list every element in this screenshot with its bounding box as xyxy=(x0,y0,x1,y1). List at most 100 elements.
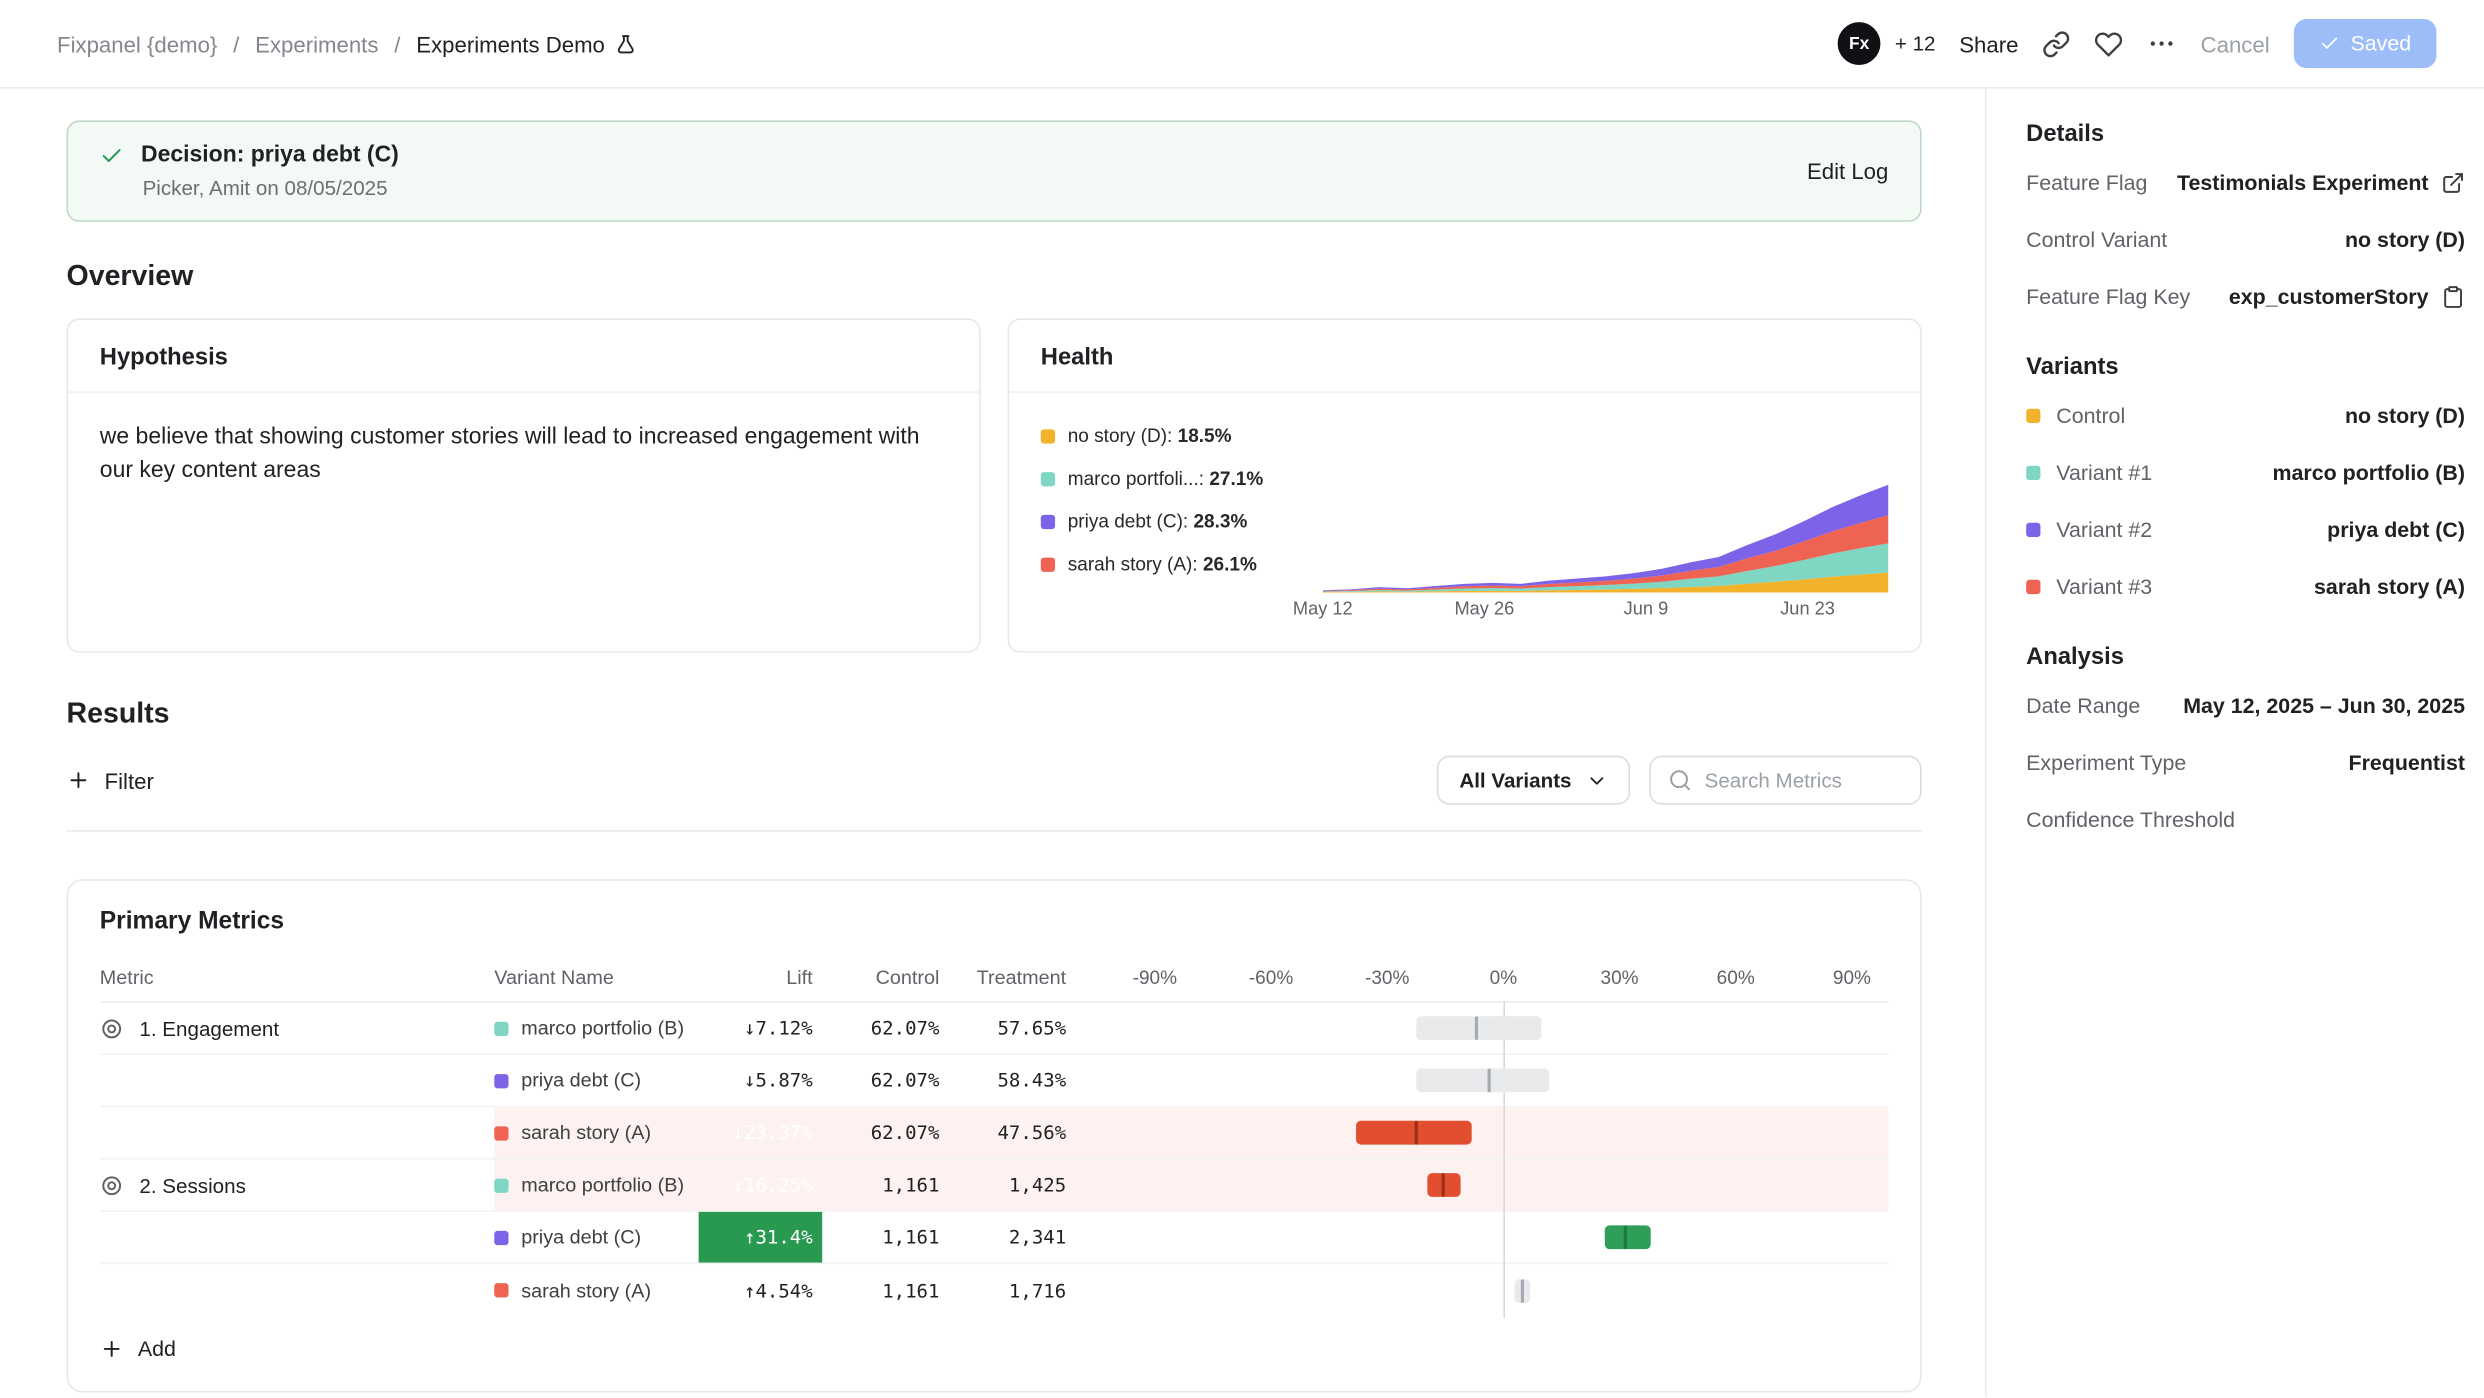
breadcrumb-item[interactable]: Fixpanel {demo} xyxy=(57,31,217,56)
legend-swatch xyxy=(1041,471,1055,485)
link-icon[interactable] xyxy=(2042,29,2071,58)
sidebar-row: Control Variant no story (D) xyxy=(2026,211,2465,268)
table-row[interactable]: sarah story (A)↓23.37%62.07%47.56% xyxy=(100,1107,1889,1159)
variant-swatch xyxy=(494,1126,508,1140)
variant-swatch xyxy=(494,1073,508,1087)
axis-tick-label: -90% xyxy=(1133,966,1177,988)
legend-item: no story (D): 18.5% xyxy=(1041,425,1323,447)
sidebar-label-text: Control Variant xyxy=(2026,227,2167,251)
edit-log-button[interactable]: Edit Log xyxy=(1807,158,1888,183)
sidebar-label-text: Variant #1 xyxy=(2056,460,2152,484)
variant-swatch xyxy=(2026,579,2040,593)
more-options-icon[interactable] xyxy=(2147,29,2177,59)
table-row[interactable]: 2. Sessionsmarco portfolio (B)↓16.25%1,1… xyxy=(100,1160,1889,1212)
top-bar: Fixpanel {demo}/Experiments/Experiments … xyxy=(0,0,2484,89)
sidebar-value-text: May 12, 2025 – Jun 30, 2025 xyxy=(2183,693,2465,717)
sidebar-row-label: Feature Flag Key xyxy=(2026,284,2190,308)
control-value: 62.07% xyxy=(822,1107,949,1158)
lift-value: ↓7.12% xyxy=(699,1003,823,1054)
variant-cell: marco portfolio (B) xyxy=(494,1160,698,1211)
sidebar-row: Variant #3 sarah story (A) xyxy=(2026,558,2465,615)
sidebar-row-value: sarah story (A) xyxy=(2314,574,2465,598)
mean-tick xyxy=(1488,1069,1491,1093)
add-metric-button[interactable]: Add xyxy=(100,1316,176,1384)
breadcrumb-item[interactable]: Experiments xyxy=(255,31,378,56)
sidebar-row-value: May 12, 2025 – Jun 30, 2025 xyxy=(2183,693,2465,717)
confidence-interval-bar xyxy=(1416,1069,1550,1093)
legend-item: marco portfoli...: 27.1% xyxy=(1041,467,1323,489)
analysis-rows: Date RangeMay 12, 2025 – Jun 30, 2025Exp… xyxy=(2026,676,2465,847)
heart-icon[interactable] xyxy=(2094,29,2123,58)
sidebar-row-label: Variant #3 xyxy=(2026,574,2152,598)
table-row[interactable]: 1. Engagementmarco portfolio (B)↓7.12%62… xyxy=(100,1003,1889,1055)
control-value: 1,161 xyxy=(822,1264,949,1316)
sidebar-row-value: Testimonials Experiment xyxy=(2177,170,2465,194)
control-value: 1,161 xyxy=(822,1212,949,1263)
confidence-interval-cell xyxy=(1076,1160,1889,1211)
external-link-icon[interactable] xyxy=(2441,170,2465,194)
control-value: 62.07% xyxy=(822,1055,949,1106)
experiments-page: Fixpanel {demo}/Experiments/Experiments … xyxy=(0,0,2484,1397)
mean-tick xyxy=(1624,1225,1627,1249)
sidebar-value-text: no story (D) xyxy=(2345,227,2465,251)
variants-heading: Variants xyxy=(2026,353,2465,380)
sidebar-row: Confidence Threshold xyxy=(2026,791,2465,848)
details-rows: Feature Flag Testimonials Experiment Contr… xyxy=(2026,154,2465,325)
legend-swatch xyxy=(1041,557,1055,571)
sidebar-value-text: exp_customerStory xyxy=(2229,284,2429,308)
filter-button[interactable]: Filter xyxy=(67,768,154,793)
axis-ticks: -90%-60%-30%0%30%60%90% xyxy=(1076,952,1889,1001)
variant-name: marco portfolio (B) xyxy=(521,1017,684,1039)
sidebar-row: Variant #2priya debt (C) xyxy=(2026,501,2465,558)
sidebar-label-text: Variant #2 xyxy=(2056,517,2152,541)
sidebar-row-label: Variant #1 xyxy=(2026,460,2152,484)
breadcrumb-item[interactable]: Experiments Demo xyxy=(416,31,636,56)
confidence-interval-cell xyxy=(1076,1264,1889,1316)
table-row[interactable]: priya debt (C)↑31.4%1,1612,341 xyxy=(100,1212,1889,1264)
add-metric-label: Add xyxy=(138,1337,176,1361)
col-variant-name: Variant Name xyxy=(494,966,698,988)
header-actions: Fx + 12 Share Cancel Saved xyxy=(1838,19,2437,68)
cancel-button[interactable]: Cancel xyxy=(2201,31,2270,56)
table-header: Metric Variant Name Lift Control Treatme… xyxy=(100,952,1889,1003)
share-button[interactable]: Share xyxy=(1959,31,2018,56)
zero-line xyxy=(1503,1158,1505,1212)
legend-label: sarah story (A): 26.1% xyxy=(1068,553,1257,575)
sidebar-label-text: Feature Flag xyxy=(2026,170,2147,194)
analysis-section: Analysis Date RangeMay 12, 2025 – Jun 30… xyxy=(2026,643,2465,847)
variants-dropdown[interactable]: All Variants xyxy=(1437,756,1630,805)
health-chart-svg-host xyxy=(1323,485,1889,593)
table-row[interactable]: sarah story (A) ↑4.54%1,1611,716 xyxy=(100,1264,1889,1316)
metrics-rows: 1. Engagementmarco portfolio (B)↓7.12%62… xyxy=(100,1003,1889,1317)
target-icon xyxy=(100,1016,124,1040)
sidebar-row: Feature Flag Key exp_customerStory xyxy=(2026,268,2465,325)
legend-label: marco portfoli...: 27.1% xyxy=(1068,467,1263,489)
collaborators-badge[interactable]: + 12 xyxy=(1895,32,1936,56)
avatar[interactable]: Fx xyxy=(1838,22,1881,65)
sidebar-row: Date RangeMay 12, 2025 – Jun 30, 2025 xyxy=(2026,676,2465,733)
table-row[interactable]: priya debt (C)↓5.87%62.07%58.43% xyxy=(100,1055,1889,1107)
variants-section: Variants Controlno story (D)Variant #1ma… xyxy=(2026,353,2465,614)
overview-heading: Overview xyxy=(67,260,1922,293)
sidebar-row-value: no story (D) xyxy=(2345,227,2465,251)
filter-label: Filter xyxy=(105,768,154,793)
legend-label: priya debt (C): 28.3% xyxy=(1068,510,1248,532)
treatment-value: 2,341 xyxy=(949,1212,1076,1263)
confidence-interval-cell xyxy=(1076,1107,1889,1158)
variant-name: sarah story (A) xyxy=(521,1279,651,1301)
target-icon xyxy=(100,1173,124,1197)
confidence-interval-cell xyxy=(1076,1212,1889,1263)
lift-value: ↑4.54% xyxy=(699,1264,823,1316)
variant-cell: marco portfolio (B) xyxy=(494,1003,698,1054)
zero-line xyxy=(1503,1210,1505,1264)
legend-item: sarah story (A): 26.1% xyxy=(1041,553,1323,575)
primary-metrics-title: Primary Metrics xyxy=(68,881,1920,952)
search-metrics-input[interactable] xyxy=(1705,768,1892,792)
col-metric: Metric xyxy=(100,966,494,988)
treatment-value: 1,716 xyxy=(949,1264,1076,1316)
saved-button[interactable]: Saved xyxy=(2293,19,2436,68)
clipboard-icon[interactable] xyxy=(2441,284,2465,308)
lift-value: ↓16.25% xyxy=(699,1160,823,1211)
decision-banner: Decision: priya debt (C) Picker, Amit on… xyxy=(67,120,1922,221)
sidebar-row: Controlno story (D) xyxy=(2026,387,2465,444)
